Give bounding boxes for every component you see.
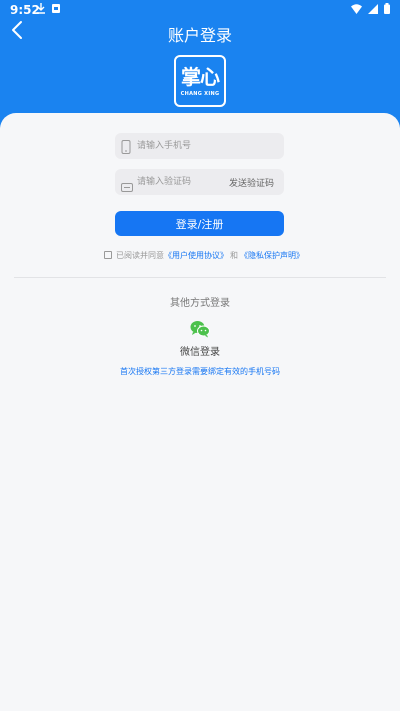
app-header: 账户登录 <box>0 20 400 45</box>
send-code-button[interactable]: 发送验证码 <box>229 176 274 189</box>
status-bar: 9:52 <box>0 0 400 20</box>
logo-sub-text: CHANG XING <box>180 90 220 97</box>
page-title: 账户登录 <box>167 26 232 45</box>
section-divider <box>14 277 386 278</box>
notification-app-icon <box>51 3 61 17</box>
agreement-row: 已阅读并同意 《用户使用协议》 和 《隐私保护声明》 <box>104 249 304 261</box>
phone-input[interactable] <box>137 133 247 159</box>
wechat-login-icon[interactable] <box>190 320 210 338</box>
signal-icon <box>368 3 378 17</box>
agreement-checkbox[interactable] <box>104 251 112 259</box>
user-agreement-link[interactable]: 《用户使用协议》 <box>164 250 228 261</box>
phone-field <box>115 133 284 159</box>
agreement-prefix: 已阅读并同意 <box>116 250 164 260</box>
login-register-button[interactable]: 登录/注册 <box>115 211 284 236</box>
login-card <box>0 113 400 711</box>
other-login-title: 其他方式登录 <box>170 298 230 309</box>
wifi-icon <box>351 3 362 17</box>
privacy-policy-link[interactable]: 《隐私保护声明》 <box>240 250 304 261</box>
verification-code-icon <box>121 177 133 196</box>
wechat-login-label[interactable]: 微信登录 <box>0 343 400 358</box>
third-party-login-note: 首次授权第三方登录需要绑定有效的手机号码 <box>120 367 280 376</box>
phone-icon <box>121 139 131 158</box>
battery-icon <box>384 3 390 17</box>
download-icon <box>36 3 46 17</box>
agreement-conjunction: 和 <box>230 250 238 260</box>
code-field: 发送验证码 <box>115 169 284 195</box>
logo-main-text: 掌心 <box>181 64 220 89</box>
app-logo: 掌心 CHANG XING <box>174 55 226 107</box>
